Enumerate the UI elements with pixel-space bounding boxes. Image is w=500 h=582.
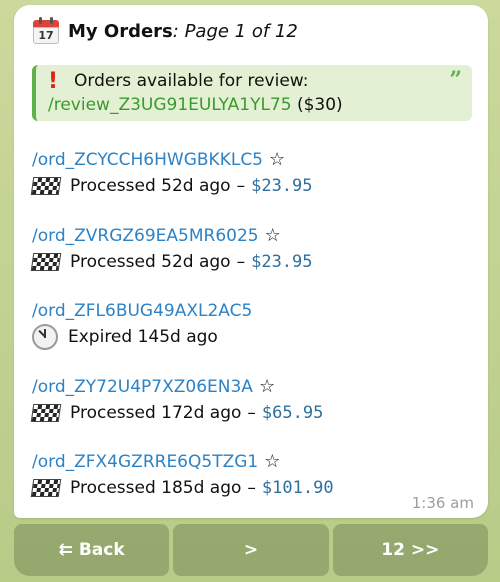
calendar-icon: 17 [32, 17, 60, 45]
order-price: $101.90 [261, 478, 334, 498]
checkered-flag-icon [30, 252, 62, 271]
order-status: Processed 185d ago [70, 478, 242, 498]
order-item: /ord_ZFX4GZRRE6Q5TZG1 ☆ Processed 185d a… [30, 449, 472, 525]
last-page-button[interactable]: 12 >> [332, 524, 488, 576]
review-quote: ! Orders available for review: /review_Z… [32, 65, 472, 121]
order-status: Processed 172d ago [70, 402, 242, 423]
order-link[interactable]: /ord_ZFX4GZRRE6Q5TZG1 [32, 449, 258, 475]
page-title: My Orders [68, 20, 173, 42]
separator: – [236, 176, 246, 196]
checkered-flag-icon [30, 479, 62, 497]
order-item: /ord_ZVRGZ69EA5MR6025 ☆ Processed 52d ag… [30, 223, 472, 299]
order-status: Processed 52d ago [70, 251, 231, 272]
order-price: $23.95 [251, 251, 313, 272]
separator: – [236, 251, 246, 272]
star-icon: ☆ [264, 451, 281, 472]
order-status: Processed 52d ago [70, 176, 231, 196]
review-text: Orders available for review: [74, 71, 309, 91]
checkered-flag-icon [30, 177, 62, 195]
order-price: $65.95 [261, 402, 324, 423]
separator: – [247, 478, 256, 498]
review-amount: ($30) [291, 95, 343, 115]
clock-icon [32, 324, 58, 350]
message-bubble: 17 My Orders : Page 1 of 12 ! Orders ava… [14, 5, 488, 518]
star-icon: ☆ [264, 224, 281, 246]
order-item: /ord_ZY72U4P7XZ06EN3A ☆ Processed 172d a… [30, 374, 472, 450]
next-page-button[interactable]: > [173, 524, 329, 576]
checkered-flag-icon [30, 403, 62, 422]
order-link[interactable]: /ord_ZY72U4P7XZ06EN3A [32, 374, 253, 400]
message-timestamp: 1:36 am [411, 494, 474, 512]
order-item: /ord_ZCYCCH6HWGBKKLC5 ☆ Processed 52d ag… [30, 147, 472, 223]
order-item: /ord_ZFL6BUG49AXL2AC5 Expired 145d ago [32, 298, 472, 374]
order-link[interactable]: /ord_ZVRGZ69EA5MR6025 [32, 223, 259, 249]
order-link[interactable]: /ord_ZFL6BUG49AXL2AC5 [32, 298, 252, 324]
review-command-link[interactable]: /review_Z3UG91EULYA1YL75 [48, 95, 292, 115]
message-header: 17 My Orders : Page 1 of 12 [32, 17, 472, 45]
back-button[interactable]: ⇇ Back [14, 524, 170, 576]
order-price: $23.95 [251, 176, 313, 196]
star-icon: ☆ [269, 149, 286, 170]
page-indicator: : Page 1 of 12 [172, 20, 298, 42]
exclamation-icon: ! [48, 68, 59, 94]
separator: – [247, 402, 256, 423]
quote-icon: ” [449, 67, 462, 93]
star-icon: ☆ [258, 375, 276, 397]
order-status: Expired 145d ago [68, 327, 218, 347]
order-list: /ord_ZCYCCH6HWGBKKLC5 ☆ Processed 52d ag… [30, 147, 472, 525]
order-link[interactable]: /ord_ZCYCCH6HWGBKKLC5 [32, 147, 263, 173]
inline-keyboard: ⇇ Back > 12 >> [14, 524, 488, 576]
